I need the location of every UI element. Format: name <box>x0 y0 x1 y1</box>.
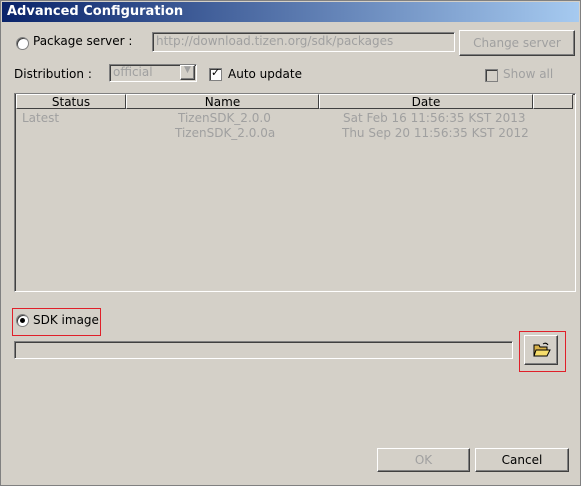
ok-button[interactable]: OK <box>377 448 470 472</box>
row-name: TizenSDK_2.0.0a <box>175 126 276 140</box>
checkmark-icon: ✓ <box>211 66 221 79</box>
column-header-name[interactable]: Name <box>126 94 319 109</box>
change-server-button[interactable]: Change server <box>459 30 575 56</box>
table-row[interactable]: TizenSDK_2.0.0a Thu Sep 20 11:56:35 KST … <box>16 126 573 141</box>
sdk-image-path-field[interactable] <box>14 341 513 359</box>
advanced-configuration-window: Advanced Configuration Package server : … <box>0 0 581 486</box>
package-server-url-field[interactable]: http://download.tizen.org/sdk/packages <box>152 32 455 52</box>
folder-open-icon <box>533 342 551 357</box>
show-all-label: Show all <box>503 67 554 81</box>
package-server-radio[interactable] <box>16 37 29 50</box>
auto-update-checkbox[interactable]: ✓ <box>209 66 222 81</box>
distribution-value: official <box>113 65 153 79</box>
column-header-date[interactable]: Date <box>319 94 533 109</box>
row-date: Sat Feb 16 11:56:35 KST 2013 <box>343 111 526 125</box>
sdk-image-radio[interactable] <box>16 314 29 327</box>
row-name: TizenSDK_2.0.0 <box>178 111 271 125</box>
chevron-down-icon: ▼ <box>184 65 191 75</box>
row-date: Thu Sep 20 11:56:35 KST 2012 <box>342 126 529 140</box>
auto-update-label: Auto update <box>228 67 302 81</box>
table-row[interactable]: Latest TizenSDK_2.0.0 Sat Feb 16 11:56:3… <box>16 111 573 126</box>
column-header-filler <box>533 94 573 109</box>
sdk-image-label: SDK image <box>33 313 99 327</box>
package-server-url: http://download.tizen.org/sdk/packages <box>156 34 394 48</box>
distribution-select[interactable]: official ▼ <box>109 64 197 82</box>
show-all-checkbox[interactable] <box>485 69 498 82</box>
distribution-label: Distribution : <box>14 67 92 81</box>
row-status: Latest <box>22 111 60 125</box>
browse-sdk-image-button[interactable] <box>524 335 558 365</box>
cancel-button[interactable]: Cancel <box>475 448 569 472</box>
column-header-status[interactable]: Status <box>16 94 126 109</box>
package-server-label: Package server : <box>33 34 133 48</box>
title-bar[interactable]: Advanced Configuration <box>2 2 579 22</box>
window-title: Advanced Configuration <box>7 4 184 19</box>
distribution-dropdown-button[interactable]: ▼ <box>180 65 195 80</box>
package-table[interactable]: Status Name Date Latest TizenSDK_2.0.0 S… <box>14 93 576 292</box>
